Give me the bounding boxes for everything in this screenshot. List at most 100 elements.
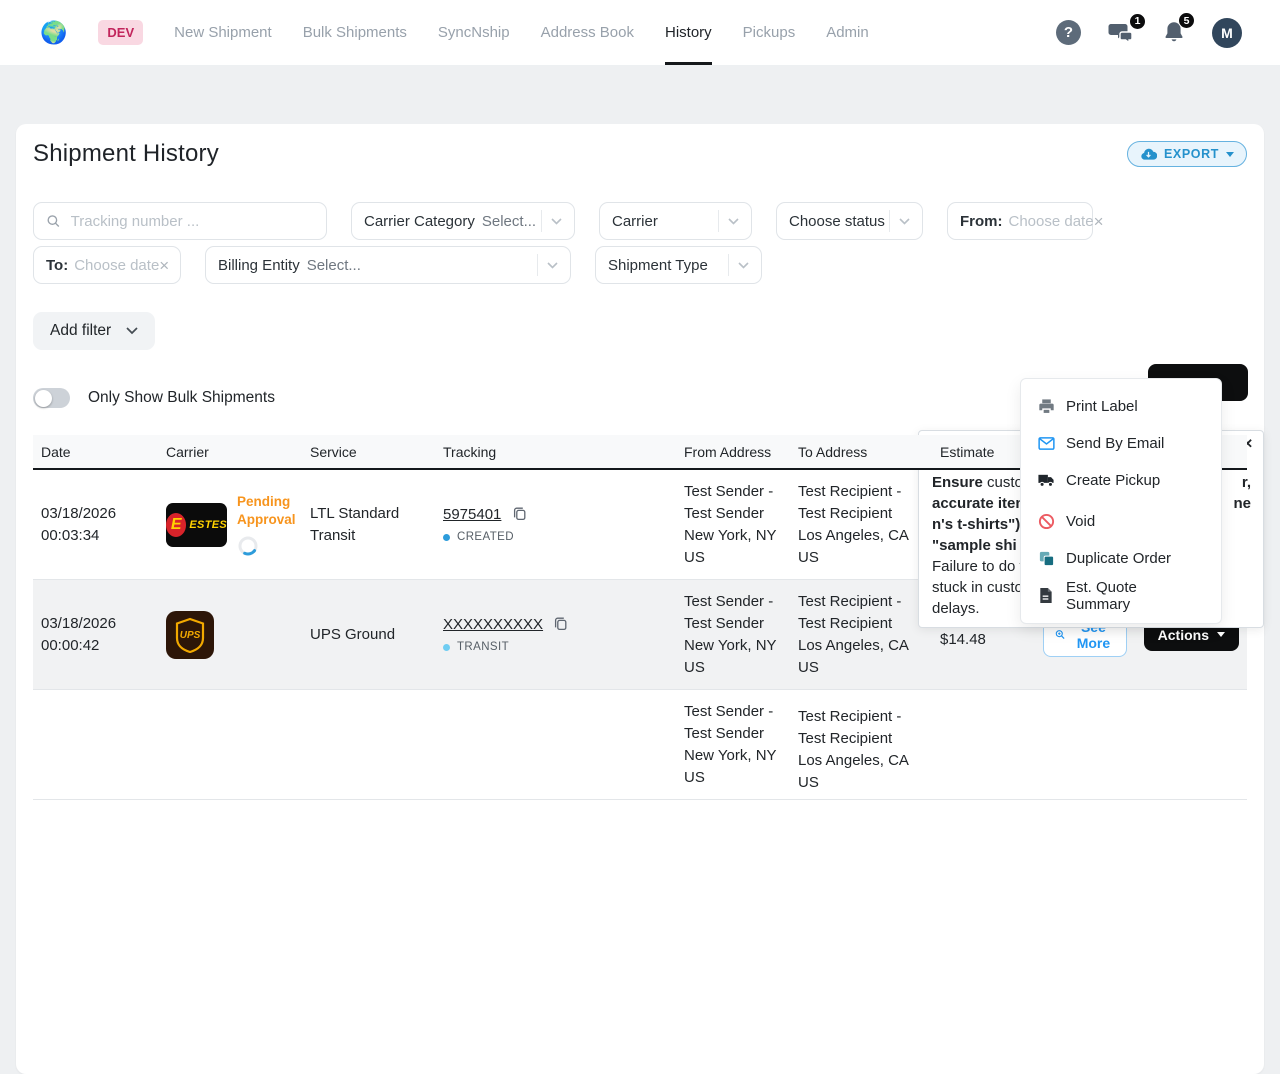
- to-date-label: To:: [46, 257, 68, 274]
- notifications-count-badge: 5: [1178, 12, 1195, 29]
- app-logo-globe-icon[interactable]: 🌍: [40, 22, 67, 44]
- printer-icon: [1037, 398, 1055, 415]
- select-divider: [718, 210, 719, 232]
- menu-item-duplicate-order[interactable]: Duplicate Order: [1021, 540, 1221, 577]
- col-header-from-address: From Address: [676, 444, 790, 460]
- top-navbar: 🌍 DEV New Shipment Bulk Shipments SyncNs…: [0, 0, 1280, 66]
- bulk-shipments-toggle[interactable]: [33, 388, 70, 408]
- estes-carrier-logo: E ESTES: [166, 503, 227, 547]
- add-filter-button[interactable]: Add filter: [33, 312, 155, 350]
- estes-logo-initial: E: [166, 513, 186, 537]
- copy-icon[interactable]: [553, 616, 568, 631]
- from-date-label: From:: [960, 213, 1003, 230]
- menu-item-create-pickup[interactable]: Create Pickup: [1021, 462, 1221, 499]
- select-divider: [889, 210, 890, 232]
- duplicate-icon: [1037, 550, 1055, 567]
- shipment-type-label: Shipment Type: [608, 257, 708, 274]
- to-address: Test Recipient -Test Recipient Los Angel…: [790, 706, 932, 794]
- estimate-value: $14.48: [932, 631, 1035, 648]
- status-dot-transit: [443, 644, 450, 651]
- actions-dropdown-menu: Print Label Send By Email Create Pickup: [1020, 378, 1222, 624]
- add-filter-label: Add filter: [50, 322, 111, 340]
- chevron-down-icon: [738, 262, 749, 269]
- cloud-download-icon: [1140, 147, 1157, 161]
- billing-entity-value: Select...: [307, 257, 361, 274]
- nav-link-new-shipment[interactable]: New Shipment: [174, 0, 272, 65]
- tracking-number-field[interactable]: [69, 212, 314, 231]
- svg-text:UPS: UPS: [180, 630, 201, 641]
- menu-item-send-by-email[interactable]: Send By Email: [1021, 425, 1221, 462]
- menu-item-label: Duplicate Order: [1066, 550, 1171, 567]
- carrier-category-value: Select...: [482, 213, 536, 230]
- user-avatar[interactable]: M: [1212, 18, 1242, 48]
- shipment-type-select[interactable]: Shipment Type: [595, 246, 762, 284]
- table-row: Test Sender -Test Sender New York, NYUS …: [33, 690, 1247, 800]
- filters-bar: Carrier Category Select... Carrier Choos…: [33, 202, 1247, 284]
- select-divider: [537, 254, 538, 276]
- chevron-down-icon: [126, 327, 138, 335]
- nav-link-bulk-shipments[interactable]: Bulk Shipments: [303, 0, 407, 65]
- actions-label: Actions: [1158, 627, 1209, 643]
- pending-approval-badge: Pending Approval: [237, 493, 309, 529]
- status-label: Choose status: [789, 213, 885, 230]
- messages-button[interactable]: 1: [1108, 21, 1136, 45]
- nav-link-pickups[interactable]: Pickups: [743, 0, 796, 65]
- tracking-number-link[interactable]: 5975401: [443, 506, 501, 523]
- carrier-category-label: Carrier Category: [364, 213, 475, 230]
- from-date-picker[interactable]: From: Choose date ×: [947, 202, 1093, 240]
- tracking-number-link[interactable]: XXXXXXXXXX: [443, 616, 543, 633]
- nav-link-syncnship[interactable]: SyncNship: [438, 0, 510, 65]
- billing-entity-select[interactable]: Billing Entity Select...: [205, 246, 571, 284]
- to-date-picker[interactable]: To: Choose date ×: [33, 246, 181, 284]
- loading-spinner-icon: [237, 535, 259, 557]
- menu-item-label: Est. Quote Summary: [1066, 579, 1205, 613]
- env-dev-badge: DEV: [98, 20, 143, 45]
- copy-icon[interactable]: [512, 506, 527, 521]
- carrier-category-select[interactable]: Carrier Category Select...: [351, 202, 575, 240]
- clear-from-date-icon[interactable]: ×: [1094, 213, 1104, 230]
- nav-link-history[interactable]: History: [665, 0, 712, 65]
- col-header-service: Service: [302, 444, 435, 460]
- status-dot-created: [443, 534, 450, 541]
- menu-item-label: Send By Email: [1066, 435, 1164, 452]
- to-address: Test Recipient -Test Recipient Los Angel…: [790, 591, 932, 679]
- to-date-placeholder: Choose date: [74, 257, 159, 274]
- chevron-down-icon: [899, 218, 910, 225]
- clear-to-date-icon[interactable]: ×: [159, 257, 169, 274]
- bulk-toggle-label: Only Show Bulk Shipments: [88, 389, 275, 407]
- tracking-number-input[interactable]: [33, 202, 327, 240]
- carrier-select[interactable]: Carrier: [599, 202, 752, 240]
- estes-logo-text: ESTES: [189, 519, 227, 531]
- nav-link-admin[interactable]: Admin: [826, 0, 869, 65]
- notifications-button[interactable]: 5: [1163, 20, 1185, 45]
- ban-icon: [1037, 513, 1055, 530]
- menu-item-label: Create Pickup: [1066, 472, 1160, 489]
- menu-item-print-label[interactable]: Print Label: [1021, 388, 1221, 425]
- service-name: LTL Standard Transit: [302, 503, 435, 547]
- menu-item-void[interactable]: Void: [1021, 503, 1221, 540]
- status-badge: TRANSIT: [457, 641, 509, 653]
- col-header-date: Date: [33, 444, 158, 460]
- zoom-in-icon: [1055, 627, 1065, 642]
- menu-item-est-quote-summary[interactable]: Est. Quote Summary: [1021, 577, 1221, 614]
- help-icon[interactable]: ?: [1056, 20, 1081, 45]
- from-date-placeholder: Choose date: [1009, 213, 1094, 230]
- status-select[interactable]: Choose status: [776, 202, 923, 240]
- envelope-icon: [1037, 436, 1055, 451]
- col-header-to-address: To Address: [790, 444, 932, 460]
- customs-popover-text-right: r, ne: [1233, 472, 1251, 514]
- nav-link-address-book[interactable]: Address Book: [541, 0, 634, 65]
- chevron-down-icon: [728, 218, 739, 225]
- billing-entity-label: Billing Entity: [218, 257, 300, 274]
- menu-item-label: Void: [1066, 513, 1095, 530]
- caret-down-icon: [1226, 152, 1234, 157]
- page-title: Shipment History: [33, 140, 219, 168]
- col-header-tracking: Tracking: [435, 444, 676, 460]
- service-name: UPS Ground: [302, 626, 435, 643]
- export-button[interactable]: EXPORT: [1127, 141, 1247, 167]
- shipment-history-page: { "colors": { "accent_blue": "#2196F3", …: [0, 0, 1280, 720]
- menu-item-label: Print Label: [1066, 398, 1138, 415]
- messages-count-badge: 1: [1129, 13, 1146, 30]
- from-address: Test Sender -Test Sender New York, NYUS: [676, 701, 790, 789]
- status-badge: CREATED: [457, 531, 514, 543]
